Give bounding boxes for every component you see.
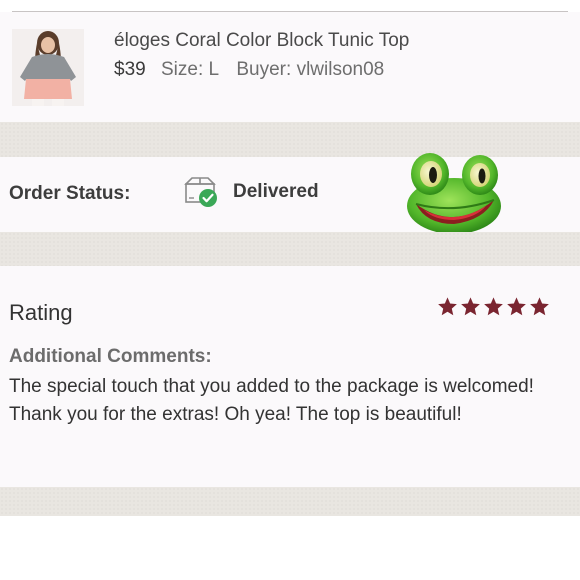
section-separator bbox=[0, 487, 580, 516]
product-meta: $39 Size: L Buyer: vlwilson08 bbox=[114, 59, 384, 81]
order-status-value: Delivered bbox=[233, 181, 319, 202]
product-title[interactable]: éloges Coral Color Block Tunic Top bbox=[114, 30, 409, 52]
section-separator bbox=[0, 232, 580, 266]
product-thumbnail[interactable] bbox=[12, 29, 84, 106]
buyer-label: Buyer: bbox=[236, 59, 292, 80]
comments-label: Additional Comments: bbox=[9, 346, 212, 367]
review-card: Rating Additional Comments: The special … bbox=[0, 266, 580, 487]
star-rating bbox=[437, 296, 550, 317]
product-size: Size: L bbox=[161, 59, 219, 80]
star-icon bbox=[438, 297, 457, 316]
star-icon bbox=[484, 297, 503, 316]
order-status-label: Order Status: bbox=[9, 183, 131, 204]
star-icon bbox=[461, 297, 480, 316]
size-label: Size: bbox=[160, 59, 204, 80]
page-bottom bbox=[0, 516, 580, 580]
comments-text: The special touch that you added to the … bbox=[9, 376, 534, 425]
frog-emoji-icon bbox=[407, 153, 501, 234]
product-buyer: Buyer: vlwilson08 bbox=[236, 59, 384, 80]
package-delivered-icon bbox=[184, 177, 217, 207]
star-icon bbox=[530, 297, 549, 316]
product-price: $39 bbox=[114, 59, 146, 80]
star-icon bbox=[507, 297, 526, 316]
buyer-value[interactable]: vlwilson08 bbox=[297, 59, 385, 80]
rating-label: Rating bbox=[9, 300, 73, 325]
size-value: L bbox=[208, 59, 220, 80]
product-card[interactable]: éloges Coral Color Block Tunic Top $39 S… bbox=[0, 12, 580, 122]
